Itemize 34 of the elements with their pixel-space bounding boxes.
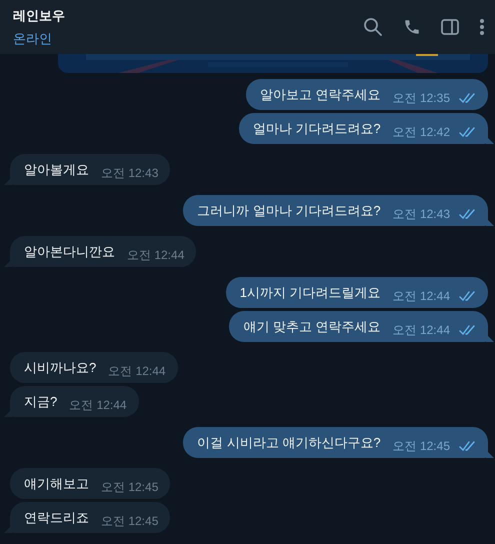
message-bubble[interactable]: 알아보고 연락주세요 오전 12:35 xyxy=(246,79,488,110)
message-bubble[interactable]: 1시까지 기다려드릴게요 오전 12:44 xyxy=(226,277,488,308)
message-time: 오전 12:44 xyxy=(392,322,450,339)
message-time: 오전 12:35 xyxy=(392,90,450,107)
message-time: 오전 12:44 xyxy=(69,397,127,414)
online-status: 온라인 xyxy=(13,30,53,48)
message-text: 얘기해보고 xyxy=(24,475,89,493)
message-time: 오전 12:43 xyxy=(101,165,158,182)
message-time: 오전 12:44 xyxy=(127,247,184,264)
message-time: 오전 12:43 xyxy=(392,206,450,223)
message-text: 1시까지 기다려드릴게요 xyxy=(240,284,381,302)
message-bubble[interactable]: 얘기해보고 오전 12:45 xyxy=(10,468,170,499)
message-bubble[interactable]: 시비까나요? 오전 12:44 xyxy=(10,352,178,383)
more-menu-icon[interactable] xyxy=(479,18,485,36)
message-text: 얼마나 기다려드려요? xyxy=(252,120,381,138)
message-text: 그러니까 얼마나 기다려드려요? xyxy=(197,202,381,220)
message-time: 오전 12:42 xyxy=(392,124,450,141)
message-text: 얘기 맞추고 연락주세요 xyxy=(243,318,381,336)
message-text: 알아볼게요 xyxy=(24,161,89,179)
message-time: 오전 12:44 xyxy=(108,363,166,380)
message-text: 알아본다니깐요 xyxy=(24,243,115,261)
message-time: 오전 12:45 xyxy=(101,513,158,530)
message-text: 연락드리죠 xyxy=(24,509,89,527)
phone-icon[interactable] xyxy=(403,18,421,36)
message-time: 오전 12:45 xyxy=(101,479,158,496)
message-text: 지금? xyxy=(24,393,58,411)
chat-title[interactable]: 레인보우 xyxy=(13,6,65,24)
sidebar-toggle-icon[interactable] xyxy=(441,18,459,36)
message-time: 오전 12:45 xyxy=(392,438,450,455)
message-text: 이걸 시비라고 얘기하신다구요? xyxy=(197,434,381,452)
message-text: 알아보고 연락주세요 xyxy=(260,86,381,104)
message-text: 시비까나요? xyxy=(24,359,96,377)
message-time: 오전 12:44 xyxy=(392,288,450,305)
search-icon[interactable] xyxy=(363,17,383,37)
